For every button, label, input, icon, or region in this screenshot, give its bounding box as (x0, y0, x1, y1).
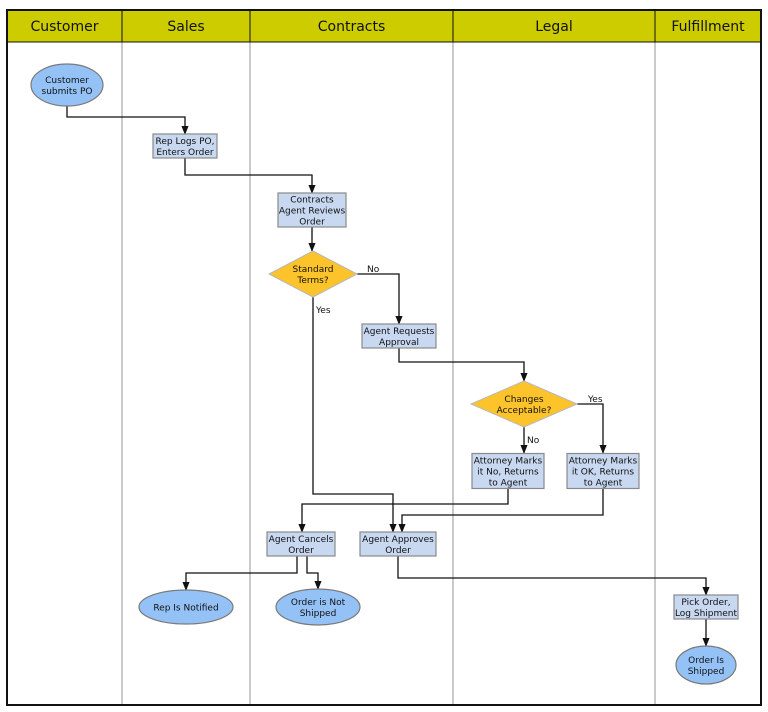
node-label-line: Changes (504, 395, 543, 405)
node-label-line: Rep Is Notified (153, 604, 218, 614)
connector-rep-logs-po-to-agent-reviews-order (184, 158, 316, 194)
node-label-line: Log Shipment (675, 609, 738, 619)
node-label-line: Rep Logs PO, (156, 137, 215, 147)
connector-line (577, 403, 607, 454)
node-standard-terms[interactable]: StandardTerms? (267, 250, 359, 298)
node-agent-requests-approval[interactable]: Agent RequestsApproval (361, 323, 437, 349)
node-label-line: to Agent (489, 479, 528, 489)
connector-changes-acceptable-to-attorney-marks-no: No (520, 427, 540, 454)
connector-line (306, 556, 322, 590)
edge-label: Yes (315, 306, 331, 316)
connector-agent-cancels-order-to-order-not-shipped (306, 556, 322, 590)
connector-customer-submits-po-to-rep-logs-po (66, 106, 189, 135)
swimlane-diagram: Customer Sales Contracts Legal Fulfillment N… (6, 9, 762, 706)
connector-line (398, 348, 528, 382)
connector-line (66, 106, 189, 135)
node-agent-cancels-order[interactable]: Agent CancelsOrder (266, 531, 336, 557)
nodes-layer: Customersubmits PO Rep Logs PO,Enters Ord… (30, 63, 739, 685)
lane-legal: Legal (452, 10, 573, 705)
node-label-line: Shipped (300, 609, 337, 619)
connector-line (298, 489, 509, 533)
node-label-line: Agent Reviews (279, 207, 346, 217)
node-order-not-shipped[interactable]: Order is NotShipped (275, 588, 361, 626)
node-label-line: it No, Returns (477, 468, 539, 478)
frame-layer (6, 9, 762, 706)
lane-title: Legal (535, 19, 573, 35)
connector-standard-terms-to-agent-requests-approval: No (357, 265, 403, 325)
node-order-is-shipped[interactable]: Order IsShipped (675, 645, 737, 685)
node-label-line: Order (288, 546, 314, 556)
node-label-line: Agent Approves (362, 535, 434, 545)
node-label-line: Attorney Marks (569, 457, 638, 467)
lane-title: Fulfillment (671, 19, 745, 35)
node-label-line: Order (299, 218, 325, 228)
lane-customer: Customer (30, 19, 98, 35)
node-label-line: Order Is (688, 656, 724, 666)
node-label-line: it OK, Returns (572, 468, 634, 478)
node-label-line: submits PO (42, 87, 93, 97)
edge-label: No (527, 436, 540, 446)
lane-title: Customer (30, 19, 98, 35)
node-agent-reviews-order[interactable]: ContractsAgent ReviewsOrder (277, 192, 347, 228)
lane-title: Contracts (318, 19, 386, 35)
node-label-line: Standard (293, 265, 334, 275)
node-label-line: Pick Order, (681, 598, 730, 608)
node-agent-approves-order[interactable]: Agent ApprovesOrder (359, 531, 437, 557)
node-label-line: Customer (45, 76, 89, 86)
node-label-line: Attorney Marks (474, 457, 543, 467)
edge-label: Yes (587, 395, 603, 405)
connector-attorney-marks-ok-to-agent-approves-order (398, 489, 604, 533)
edge-label: No (367, 265, 380, 275)
node-label-line: Order is Not (291, 598, 346, 608)
connectors-layer: No Yes No Yes (66, 106, 710, 647)
node-label-line: Shipped (688, 667, 725, 677)
connector-line (357, 273, 403, 325)
node-rep-logs-po[interactable]: Rep Logs PO,Enters Order (152, 133, 218, 159)
lanes-layer: Customer Sales Contracts Legal Fulfillment (7, 10, 761, 705)
node-label-line: Acceptable? (497, 406, 552, 416)
connector-agent-requests-approval-to-changes-acceptable (398, 348, 528, 382)
connector-agent-approves-order-to-pick-order (397, 556, 710, 596)
connector-line (398, 489, 604, 533)
node-label-line: Approval (379, 338, 419, 348)
node-customer-submits-po[interactable]: Customersubmits PO (30, 63, 104, 107)
connector-agent-cancels-order-to-rep-is-notified (182, 556, 298, 591)
node-label-line: to Agent (584, 479, 623, 489)
lane-title: Sales (167, 19, 204, 35)
node-attorney-marks-no[interactable]: Attorney Marksit No, Returnsto Agent (471, 452, 545, 490)
node-label-line: Agent Requests (364, 327, 435, 337)
node-attorney-marks-ok[interactable]: Attorney Marksit OK, Returnsto Agent (566, 452, 640, 490)
connector-line (397, 556, 710, 596)
connector-changes-acceptable-to-attorney-marks-ok: Yes (577, 395, 607, 454)
connector-attorney-marks-no-to-agent-cancels-order (298, 489, 509, 533)
node-label-line: Terms? (296, 276, 329, 286)
connector-line (182, 556, 298, 591)
node-pick-order[interactable]: Pick Order,Log Shipment (673, 594, 739, 620)
node-label-line: Agent Cancels (269, 535, 334, 545)
connector-line (184, 158, 316, 194)
node-label-line: Contracts (290, 196, 334, 206)
node-label-line: Order (385, 546, 411, 556)
node-label-line: Enters Order (156, 148, 214, 158)
outer-frame (6, 9, 762, 706)
node-changes-acceptable[interactable]: ChangesAcceptable? (469, 380, 579, 428)
node-rep-is-notified[interactable]: Rep Is Notified (138, 589, 234, 625)
